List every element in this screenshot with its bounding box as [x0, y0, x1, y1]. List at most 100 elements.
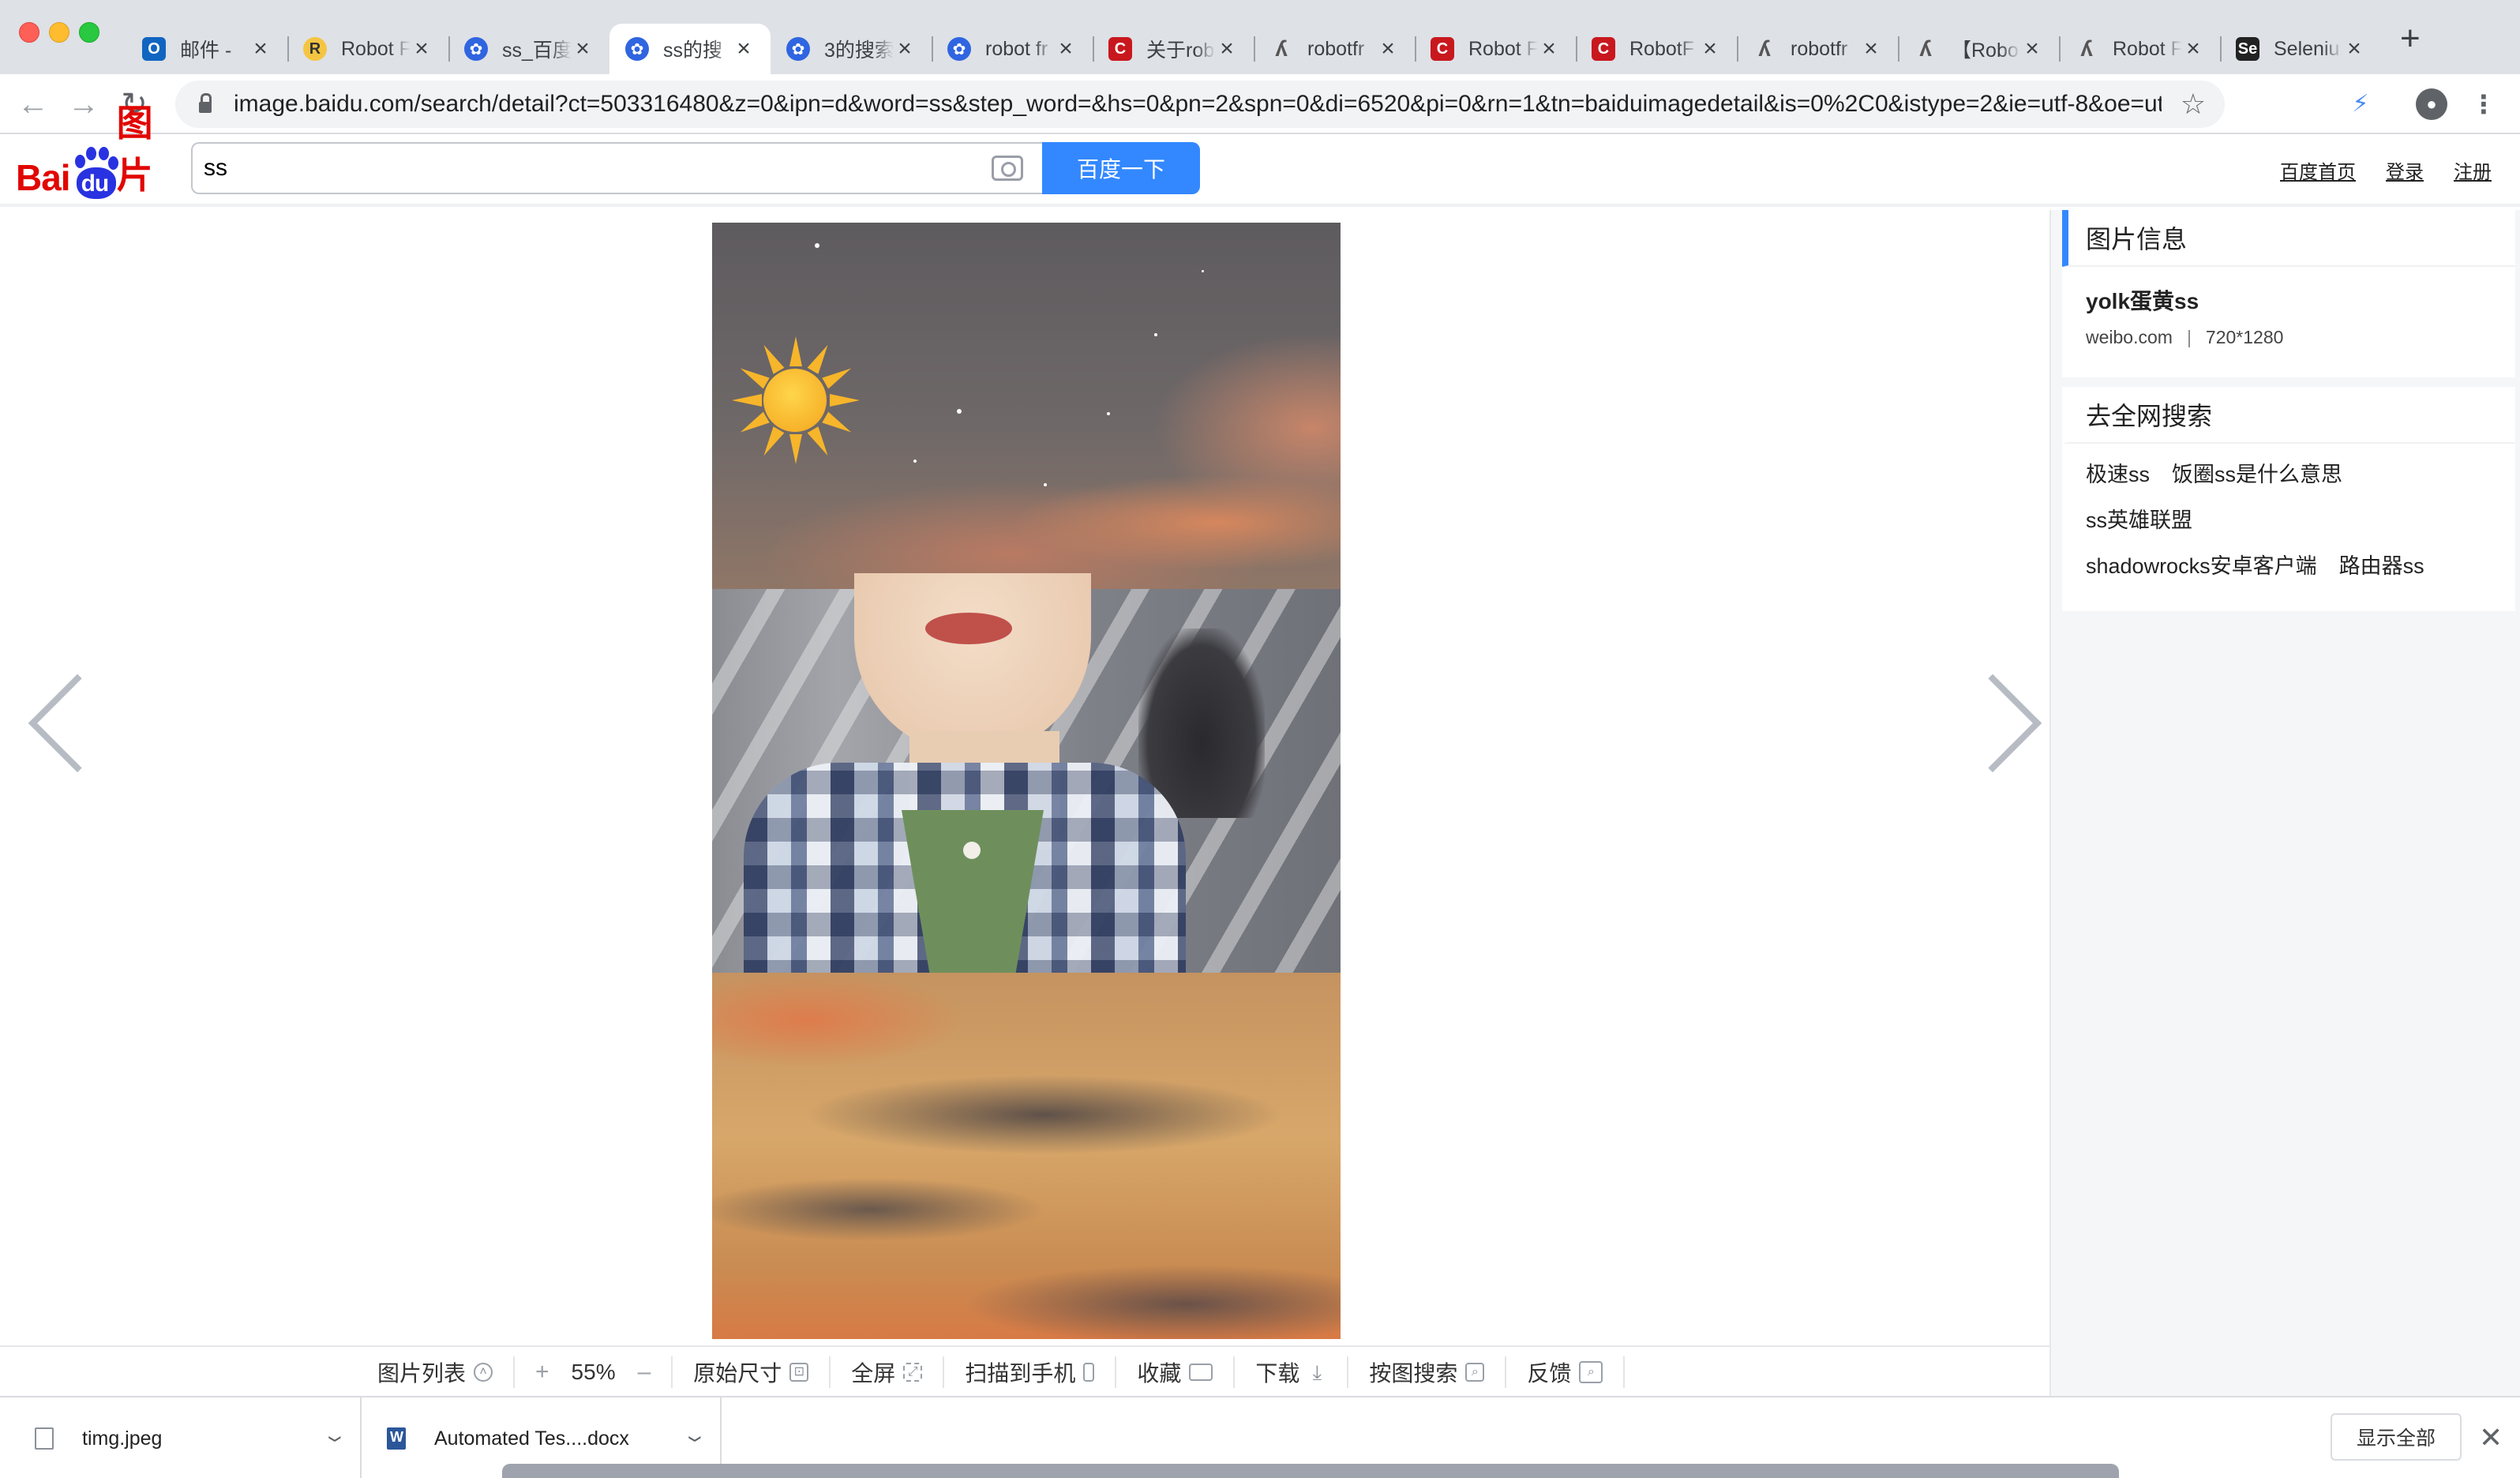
keyword-link[interactable]: 极速ss: [2086, 452, 2150, 497]
tab-title: Seleniu: [2274, 37, 2340, 60]
zoom-in-button[interactable]: +: [535, 1359, 549, 1386]
image-toolbar: 图片列表 ˄ + 55% – 原始尺寸 ⊡ 全屏 ⤢ 扫描到手机 收藏 下载 ⤓: [0, 1345, 2049, 1396]
address-bar[interactable]: image.baidu.com/search/detail?ct=5033164…: [175, 81, 2225, 128]
logo-text-tupian: 图片: [116, 103, 153, 196]
image-title[interactable]: yolk蛋黄ss: [2086, 284, 2492, 316]
image-list-button[interactable]: 图片列表 ˄: [357, 1356, 516, 1388]
close-tab-icon[interactable]: ×: [1860, 36, 1882, 62]
baidu-paw-icon: ✿: [625, 37, 649, 61]
original-size-button[interactable]: 原始尺寸 ⊡: [673, 1356, 831, 1388]
baidu-paw-icon: ✿: [947, 37, 971, 61]
browser-tab[interactable]: ✿ 3的搜索 ×: [771, 24, 932, 74]
bookmark-star-icon[interactable]: ☆: [2181, 88, 2206, 121]
back-arrow-icon[interactable]: ←: [11, 82, 55, 126]
close-tab-icon[interactable]: ×: [1699, 36, 1721, 62]
previous-image-arrow-icon[interactable]: [11, 660, 90, 786]
close-tab-icon[interactable]: ×: [572, 36, 594, 62]
lock-icon[interactable]: [199, 93, 212, 113]
url-text[interactable]: image.baidu.com/search/detail?ct=5033164…: [234, 91, 2162, 118]
login-link[interactable]: 登录: [2386, 156, 2424, 184]
close-tab-icon[interactable]: ×: [2182, 36, 2204, 62]
zoom-out-button[interactable]: –: [638, 1359, 651, 1386]
register-link[interactable]: 注册: [2454, 156, 2492, 184]
baidu-home-link[interactable]: 百度首页: [2280, 156, 2356, 184]
feedback-button[interactable]: 反馈 ⌕: [1506, 1356, 1626, 1388]
browser-tab[interactable]: C Robot F ×: [1415, 24, 1576, 74]
axure-rp-extension-icon[interactable]: RP: [2247, 88, 2278, 120]
close-tab-icon[interactable]: ×: [1538, 36, 1560, 62]
feedback-search-icon: ⌕: [1579, 1361, 1603, 1383]
search-by-image-button[interactable]: 按图搜索 ⌕: [1348, 1356, 1507, 1388]
browser-tab[interactable]: ʎ robotfr ×: [1254, 24, 1415, 74]
image-file-icon: [35, 1427, 54, 1450]
next-image-arrow-icon[interactable]: [1958, 660, 2037, 786]
keyword-link[interactable]: 饭圈ss是什么意思: [2172, 452, 2342, 497]
tab-title: robotfr: [1307, 37, 1365, 60]
tab-title: RobotF: [1629, 37, 1694, 60]
scan-to-phone-button[interactable]: 扫描到手机: [944, 1356, 1117, 1388]
keyword-link[interactable]: ss英雄联盟: [2086, 497, 2192, 543]
chevron-up-icon[interactable]: ‹: [674, 1435, 711, 1442]
new-tab-button[interactable]: +: [2400, 19, 2421, 58]
profile-avatar-icon[interactable]: ●: [2416, 88, 2447, 120]
download-filename: timg.jpeg: [82, 1427, 163, 1450]
close-tab-icon[interactable]: ×: [411, 36, 433, 62]
close-icon[interactable]: ✕: [2479, 1421, 2503, 1454]
close-tab-icon[interactable]: ×: [1377, 36, 1399, 62]
browser-tab[interactable]: C 关于rob ×: [1093, 24, 1254, 74]
fullscreen-icon: ⤢: [903, 1363, 923, 1382]
image-source[interactable]: weibo.com: [2086, 327, 2173, 347]
image-panel-sky-with-sun: [712, 223, 1341, 589]
selenium-icon: Se: [2236, 37, 2259, 61]
tab-title: ss的搜: [663, 39, 723, 62]
show-all-downloads-button[interactable]: 显示全部: [2331, 1413, 2462, 1461]
browser-menu-icon[interactable]: ⋮: [2468, 88, 2499, 120]
keyword-link[interactable]: shadowrocks安卓客户端: [2086, 543, 2317, 589]
logo-text-du: du: [81, 171, 110, 197]
keyword-list: 极速ss 饭圈ss是什么意思: [2086, 452, 2492, 497]
browser-tab[interactable]: ʎ 【Robo ×: [1898, 24, 2059, 74]
fullscreen-button[interactable]: 全屏 ⤢: [831, 1356, 945, 1388]
search-button[interactable]: 百度一下: [1042, 142, 1200, 194]
preview-image[interactable]: [712, 223, 1341, 1339]
browser-tab[interactable]: R Robot F ×: [287, 24, 448, 74]
close-tab-icon[interactable]: ×: [2343, 36, 2365, 62]
browser-tab[interactable]: ✿ ss的搜 ×: [609, 24, 771, 74]
tab-title: 3的搜索: [824, 39, 894, 62]
browser-tab[interactable]: Se Seleniu ×: [2220, 24, 2381, 74]
browser-tab[interactable]: O 邮件 - ×: [126, 24, 287, 74]
browser-tab[interactable]: ʎ robotfr ×: [1737, 24, 1898, 74]
browser-tab[interactable]: ✿ robot fr ×: [932, 24, 1093, 74]
zoom-controls: + 55% –: [515, 1356, 673, 1388]
close-tab-icon[interactable]: ×: [1055, 36, 1077, 62]
search-input[interactable]: [204, 155, 992, 182]
forward-arrow-icon[interactable]: →: [62, 82, 106, 126]
tab-title: 【Robo: [1952, 39, 2019, 62]
browser-tab[interactable]: C RobotF ×: [1576, 24, 1737, 74]
close-tab-icon[interactable]: ×: [2021, 36, 2043, 62]
window-minimize-button[interactable]: [49, 22, 69, 43]
download-button[interactable]: 下载 ⤓: [1235, 1356, 1349, 1388]
close-tab-icon[interactable]: ×: [733, 36, 755, 62]
tab-title: 关于rob: [1146, 39, 1215, 62]
image-info-heading: 图片信息: [2062, 210, 2515, 267]
window-close-button[interactable]: [19, 22, 39, 43]
browser-tab[interactable]: ✿ ss_百度 ×: [448, 24, 609, 74]
keyword-link[interactable]: 路由器ss: [2339, 543, 2424, 589]
baidu-image-logo[interactable]: Bai du 图片: [16, 103, 182, 199]
close-tab-icon[interactable]: ×: [894, 36, 916, 62]
outlook-icon: O: [142, 37, 166, 61]
window-zoom-button[interactable]: [79, 22, 99, 43]
browser-tab[interactable]: ʎ Robot F ×: [2059, 24, 2220, 74]
extension-globe-icon[interactable]: ◎: [2294, 88, 2326, 120]
zhihu-icon: ʎ: [1275, 36, 1288, 61]
chevron-up-icon[interactable]: ‹: [314, 1435, 351, 1442]
download-item[interactable]: timg.jpeg ‹: [0, 1397, 362, 1478]
close-tab-icon[interactable]: ×: [249, 36, 272, 62]
camera-icon[interactable]: [992, 156, 1023, 181]
close-tab-icon[interactable]: ×: [1216, 36, 1238, 62]
collect-button[interactable]: 收藏: [1116, 1356, 1236, 1388]
image-viewer: [0, 210, 2049, 1345]
extension-lightning-icon[interactable]: ⚡: [2345, 88, 2376, 120]
image-meta: weibo.com | 720*1280: [2086, 327, 2492, 348]
